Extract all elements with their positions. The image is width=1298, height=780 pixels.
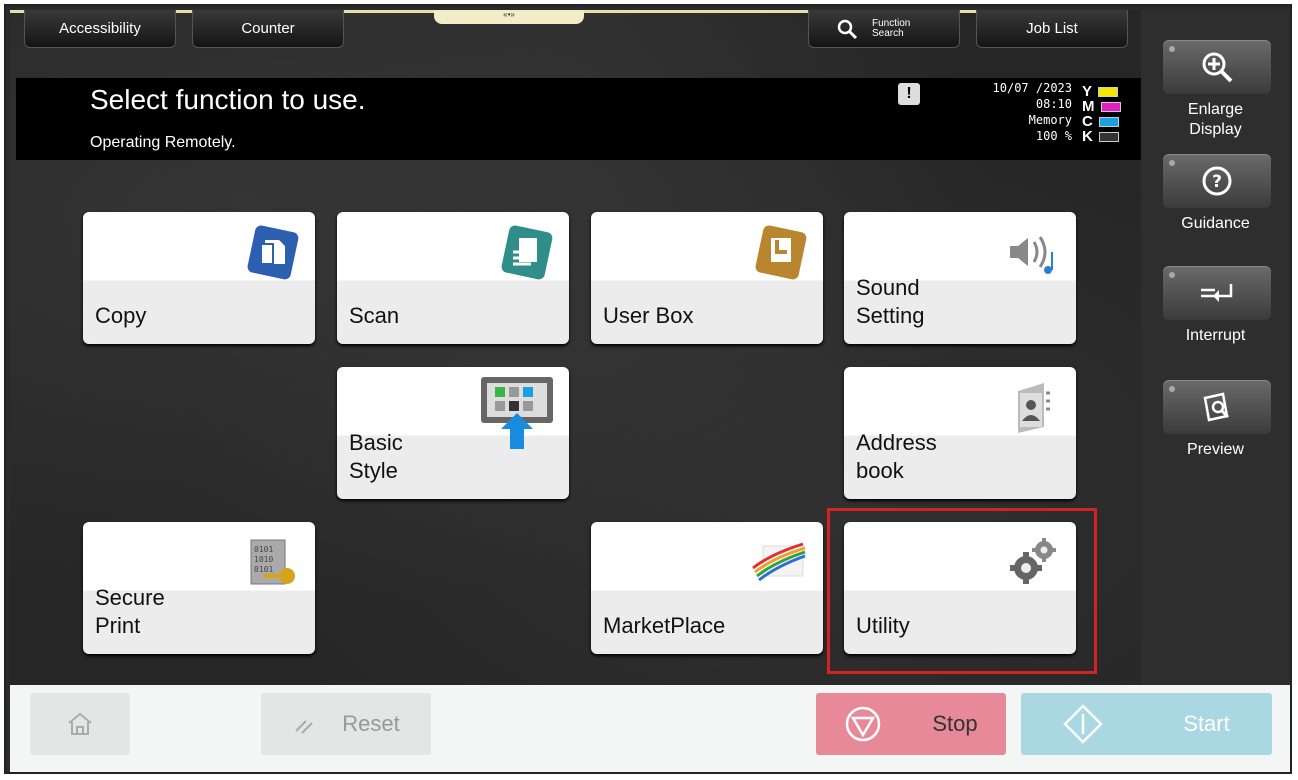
start-icon: [1063, 704, 1104, 744]
date-text: 10/07 /2023: [992, 81, 1072, 95]
toner-m-bar: [1100, 101, 1121, 112]
toner-c-bar: [1098, 116, 1119, 127]
toner-k-letter: K: [1082, 128, 1093, 145]
reset-button[interactable]: Reset: [261, 693, 431, 755]
toner-c: C: [1082, 114, 1121, 129]
toner-k-bar: [1098, 131, 1119, 142]
interrupt-icon: [1201, 284, 1233, 302]
toner-m-letter: M: [1082, 98, 1095, 115]
sound-label-1: Sound: [856, 275, 920, 300]
toner-c-letter: C: [1082, 113, 1093, 130]
preview-button[interactable]: [1163, 380, 1271, 434]
reset-label: Reset: [342, 711, 400, 736]
speaker-icon: [1010, 236, 1053, 274]
counter-label: Counter: [241, 20, 295, 37]
tile-marketplace[interactable]: MarketPlace: [591, 522, 823, 654]
warning-icon[interactable]: !: [898, 83, 920, 105]
function-search-label: Function Search: [872, 17, 911, 39]
tile-copy-label: Copy: [95, 303, 147, 328]
function-search-button[interactable]: Function Search: [808, 10, 960, 48]
toner-levels: Y M C K: [1082, 84, 1121, 144]
status-header: Select function to use. Operating Remote…: [16, 78, 1141, 160]
tile-scan-label: Scan: [349, 303, 400, 328]
time-text: 08:10: [1035, 97, 1072, 111]
interrupt-button[interactable]: [1163, 266, 1271, 320]
page-title: Select function to use.: [90, 84, 366, 115]
tile-basic-style-label: Basic Style: [349, 429, 403, 485]
address-book-icon: [1018, 383, 1050, 433]
zoom-in-icon: [1202, 52, 1233, 83]
tile-marketplace-label: MarketPlace: [603, 613, 726, 638]
home-icon: [68, 712, 92, 735]
tile-sound-setting-label: Sound Setting: [856, 274, 925, 330]
copy-icon: [247, 225, 299, 280]
guidance-label: Guidance: [1181, 215, 1250, 232]
preview-label: Preview: [1187, 441, 1244, 458]
tile-basic-style[interactable]: Basic Style: [337, 367, 569, 499]
svg-text:0101: 0101: [254, 565, 273, 574]
tile-secure-print[interactable]: 0101 1010 0101 Secure Print: [83, 522, 315, 654]
accessibility-button[interactable]: Accessibility: [24, 10, 176, 48]
toner-k: K: [1082, 129, 1121, 144]
scan-icon: [501, 225, 553, 280]
address-book-label-1: Address: [856, 430, 937, 455]
basic-style-label-1: Basic: [349, 430, 403, 455]
job-list-label: Job List: [1026, 20, 1078, 37]
counter-button[interactable]: Counter: [192, 10, 344, 48]
help-icon: ?: [1202, 166, 1232, 196]
tile-sound-setting[interactable]: Sound Setting: [844, 212, 1076, 344]
tile-address-book-label: Address book: [856, 429, 937, 485]
operating-status: Operating Remotely.: [90, 134, 236, 151]
tile-copy[interactable]: Copy: [83, 212, 315, 344]
side-panel: Enlarge Display ? Guidance Interrupt Prev…: [1141, 10, 1290, 685]
tile-address-book[interactable]: Address book: [844, 367, 1076, 499]
device-panel: «•» Accessibility Counter Function Searc…: [4, 4, 1292, 774]
stop-label: Stop: [932, 711, 978, 736]
toner-y-letter: Y: [1082, 83, 1093, 100]
secure-print-label-2: Print: [95, 613, 141, 638]
drag-handle[interactable]: «•»: [434, 10, 584, 24]
main-area: «•» Accessibility Counter Function Searc…: [10, 10, 1141, 685]
address-book-label-2: book: [856, 458, 904, 483]
tile-secure-print-label: Secure Print: [95, 584, 165, 640]
bottom-bar: Reset Stop Start: [10, 685, 1290, 772]
interrupt-label: Interrupt: [1185, 327, 1246, 344]
toner-y-bar: [1098, 86, 1119, 97]
basic-style-icon: [481, 377, 553, 449]
job-list-button[interactable]: Job List: [976, 10, 1128, 48]
svg-text:0101: 0101: [254, 545, 273, 554]
toner-m: M: [1082, 99, 1121, 114]
user-box-icon: [755, 225, 807, 280]
accessibility-label: Accessibility: [59, 20, 141, 37]
enlarge-label-2: Display: [1189, 121, 1242, 138]
enlarge-display-label: Enlarge Display: [1141, 100, 1290, 140]
search-icon: [837, 19, 858, 39]
secure-print-icon: 010110100101: [250, 539, 295, 585]
start-button[interactable]: Start: [1021, 693, 1272, 755]
basic-style-label-2: Style: [349, 458, 398, 483]
preview-icon: [1203, 392, 1230, 422]
reset-icon: [295, 720, 313, 734]
marketplace-icon: [752, 542, 806, 582]
enlarge-display-button[interactable]: [1163, 40, 1271, 94]
sound-label-2: Setting: [856, 303, 925, 328]
tile-user-box[interactable]: User Box: [591, 212, 823, 344]
enlarge-label-1: Enlarge: [1187, 101, 1244, 118]
memory-label: Memory: [1028, 113, 1072, 127]
highlight-box: [827, 508, 1097, 674]
home-button[interactable]: [30, 693, 130, 755]
secure-print-label-1: Secure: [95, 585, 165, 610]
guidance-button[interactable]: ?: [1163, 154, 1271, 208]
memory-value: 100 %: [1035, 129, 1072, 143]
start-label: Start: [1183, 711, 1230, 736]
svg-text:?: ?: [1212, 172, 1222, 192]
toner-y: Y: [1082, 84, 1121, 99]
svg-text:1010: 1010: [254, 555, 273, 564]
tile-scan[interactable]: Scan: [337, 212, 569, 344]
tile-user-box-label: User Box: [603, 303, 694, 328]
stop-icon: [846, 706, 881, 742]
status-readout: 10/07 /2023 08:10 Memory 100 %: [976, 80, 1072, 144]
stop-button[interactable]: Stop: [816, 693, 1006, 755]
